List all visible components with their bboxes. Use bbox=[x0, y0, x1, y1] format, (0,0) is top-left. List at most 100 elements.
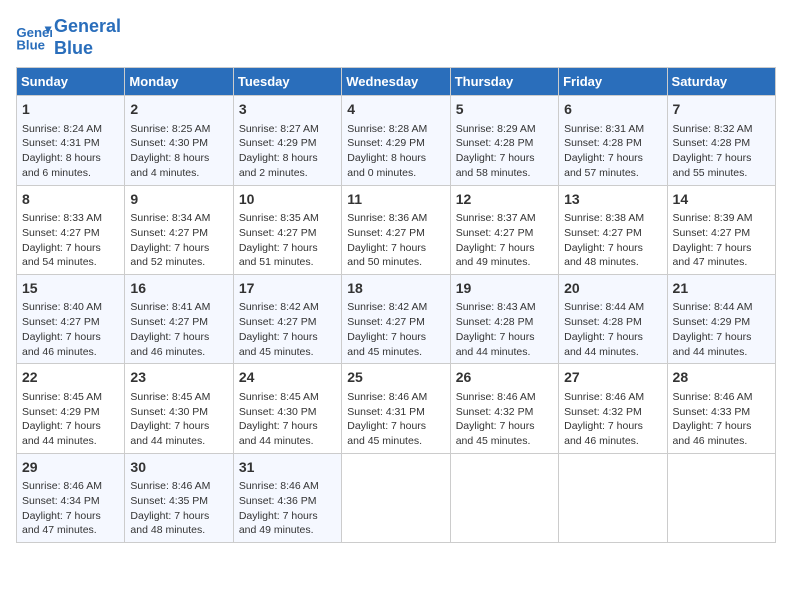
calendar-cell: 26Sunrise: 8:46 AMSunset: 4:32 PMDayligh… bbox=[450, 364, 558, 453]
cell-info: Sunset: 4:36 PM bbox=[239, 494, 336, 509]
day-number: 16 bbox=[130, 279, 227, 299]
cell-info: Sunrise: 8:45 AM bbox=[22, 390, 119, 405]
cell-info: Daylight: 7 hours bbox=[347, 419, 444, 434]
cell-info: Daylight: 7 hours bbox=[564, 151, 661, 166]
cell-info: and 2 minutes. bbox=[239, 166, 336, 181]
cell-info: Daylight: 8 hours bbox=[347, 151, 444, 166]
calendar-cell: 20Sunrise: 8:44 AMSunset: 4:28 PMDayligh… bbox=[559, 274, 667, 363]
day-number: 12 bbox=[456, 190, 553, 210]
logo-icon: General Blue bbox=[16, 23, 52, 53]
calendar-cell: 6 Sunrise: 8:31 AMSunset: 4:28 PMDaylight… bbox=[559, 96, 667, 185]
cell-info: Sunset: 4:28 PM bbox=[564, 315, 661, 330]
cell-info: Daylight: 7 hours bbox=[239, 509, 336, 524]
calendar-cell: 24Sunrise: 8:45 AMSunset: 4:30 PMDayligh… bbox=[233, 364, 341, 453]
day-number: 14 bbox=[673, 190, 770, 210]
svg-text:Blue: Blue bbox=[16, 37, 45, 52]
cell-info: Sunrise: 8:39 AM bbox=[673, 211, 770, 226]
cell-info: Sunrise: 8:43 AM bbox=[456, 300, 553, 315]
cell-info: Daylight: 7 hours bbox=[22, 330, 119, 345]
calendar-cell: 10Sunrise: 8:35 AMSunset: 4:27 PMDayligh… bbox=[233, 185, 341, 274]
cell-info: Sunrise: 8:34 AM bbox=[130, 211, 227, 226]
cell-info: Sunset: 4:35 PM bbox=[130, 494, 227, 509]
cell-info: Daylight: 7 hours bbox=[564, 330, 661, 345]
cell-info: Sunset: 4:27 PM bbox=[564, 226, 661, 241]
day-number: 28 bbox=[673, 368, 770, 388]
calendar-cell: 12Sunrise: 8:37 AMSunset: 4:27 PMDayligh… bbox=[450, 185, 558, 274]
day-number: 21 bbox=[673, 279, 770, 299]
col-header-thursday: Thursday bbox=[450, 68, 558, 96]
day-number: 13 bbox=[564, 190, 661, 210]
cell-info: Daylight: 7 hours bbox=[347, 241, 444, 256]
cell-info: Sunset: 4:29 PM bbox=[673, 315, 770, 330]
day-number: 22 bbox=[22, 368, 119, 388]
logo: General Blue GeneralBlue bbox=[16, 16, 121, 59]
calendar-cell: 21Sunrise: 8:44 AMSunset: 4:29 PMDayligh… bbox=[667, 274, 775, 363]
cell-info: Sunset: 4:30 PM bbox=[239, 405, 336, 420]
cell-info: Sunset: 4:33 PM bbox=[673, 405, 770, 420]
cell-info: and 49 minutes. bbox=[456, 255, 553, 270]
calendar-cell: 11Sunrise: 8:36 AMSunset: 4:27 PMDayligh… bbox=[342, 185, 450, 274]
calendar-cell: 8Sunrise: 8:33 AMSunset: 4:27 PMDaylight… bbox=[17, 185, 125, 274]
cell-info: and 45 minutes. bbox=[347, 345, 444, 360]
calendar-cell: 30Sunrise: 8:46 AMSunset: 4:35 PMDayligh… bbox=[125, 453, 233, 542]
cell-info: Sunrise: 8:25 AM bbox=[130, 122, 227, 137]
day-number: 3 bbox=[239, 100, 336, 120]
week-row-5: 29Sunrise: 8:46 AMSunset: 4:34 PMDayligh… bbox=[17, 453, 776, 542]
calendar-cell: 28Sunrise: 8:46 AMSunset: 4:33 PMDayligh… bbox=[667, 364, 775, 453]
cell-info: Daylight: 7 hours bbox=[456, 151, 553, 166]
col-header-sunday: Sunday bbox=[17, 68, 125, 96]
cell-info: Daylight: 7 hours bbox=[22, 419, 119, 434]
cell-info: and 55 minutes. bbox=[673, 166, 770, 181]
cell-info: Daylight: 7 hours bbox=[456, 330, 553, 345]
cell-info: Daylight: 8 hours bbox=[22, 151, 119, 166]
cell-info: Daylight: 7 hours bbox=[130, 419, 227, 434]
cell-info: and 0 minutes. bbox=[347, 166, 444, 181]
day-number: 26 bbox=[456, 368, 553, 388]
cell-info: and 58 minutes. bbox=[456, 166, 553, 181]
calendar-cell: 15Sunrise: 8:40 AMSunset: 4:27 PMDayligh… bbox=[17, 274, 125, 363]
cell-info: Sunrise: 8:46 AM bbox=[347, 390, 444, 405]
cell-info: Daylight: 7 hours bbox=[456, 241, 553, 256]
cell-info: and 44 minutes. bbox=[130, 434, 227, 449]
cell-info: Sunset: 4:29 PM bbox=[239, 136, 336, 151]
calendar-cell: 25Sunrise: 8:46 AMSunset: 4:31 PMDayligh… bbox=[342, 364, 450, 453]
cell-info: and 52 minutes. bbox=[130, 255, 227, 270]
day-number: 27 bbox=[564, 368, 661, 388]
calendar-cell: 3Sunrise: 8:27 AMSunset: 4:29 PMDaylight… bbox=[233, 96, 341, 185]
cell-info: Sunrise: 8:45 AM bbox=[239, 390, 336, 405]
day-number: 30 bbox=[130, 458, 227, 478]
day-number: 6 bbox=[564, 100, 661, 120]
cell-info: and 46 minutes. bbox=[22, 345, 119, 360]
day-number: 31 bbox=[239, 458, 336, 478]
day-number: 10 bbox=[239, 190, 336, 210]
cell-info: and 44 minutes. bbox=[456, 345, 553, 360]
cell-info: and 46 minutes. bbox=[130, 345, 227, 360]
day-number: 15 bbox=[22, 279, 119, 299]
cell-info: Sunrise: 8:40 AM bbox=[22, 300, 119, 315]
cell-info: Sunrise: 8:29 AM bbox=[456, 122, 553, 137]
cell-info: and 46 minutes. bbox=[673, 434, 770, 449]
cell-info: Daylight: 7 hours bbox=[564, 241, 661, 256]
cell-info: Sunset: 4:27 PM bbox=[130, 315, 227, 330]
cell-info: Sunset: 4:28 PM bbox=[456, 315, 553, 330]
cell-info: Sunrise: 8:31 AM bbox=[564, 122, 661, 137]
cell-info: Sunset: 4:27 PM bbox=[347, 315, 444, 330]
calendar-cell: 17Sunrise: 8:42 AMSunset: 4:27 PMDayligh… bbox=[233, 274, 341, 363]
cell-info: Sunrise: 8:24 AM bbox=[22, 122, 119, 137]
cell-info: and 45 minutes. bbox=[456, 434, 553, 449]
day-number: 7 bbox=[673, 100, 770, 120]
calendar-cell bbox=[559, 453, 667, 542]
cell-info: Sunset: 4:27 PM bbox=[456, 226, 553, 241]
cell-info: Daylight: 7 hours bbox=[673, 151, 770, 166]
calendar-cell: 31Sunrise: 8:46 AMSunset: 4:36 PMDayligh… bbox=[233, 453, 341, 542]
cell-info: and 44 minutes. bbox=[239, 434, 336, 449]
cell-info: Daylight: 7 hours bbox=[673, 241, 770, 256]
cell-info: Sunrise: 8:44 AM bbox=[673, 300, 770, 315]
calendar-cell bbox=[342, 453, 450, 542]
cell-info: Sunrise: 8:27 AM bbox=[239, 122, 336, 137]
day-number: 11 bbox=[347, 190, 444, 210]
cell-info: Sunset: 4:28 PM bbox=[564, 136, 661, 151]
col-header-monday: Monday bbox=[125, 68, 233, 96]
day-number: 19 bbox=[456, 279, 553, 299]
cell-info: Daylight: 7 hours bbox=[239, 419, 336, 434]
